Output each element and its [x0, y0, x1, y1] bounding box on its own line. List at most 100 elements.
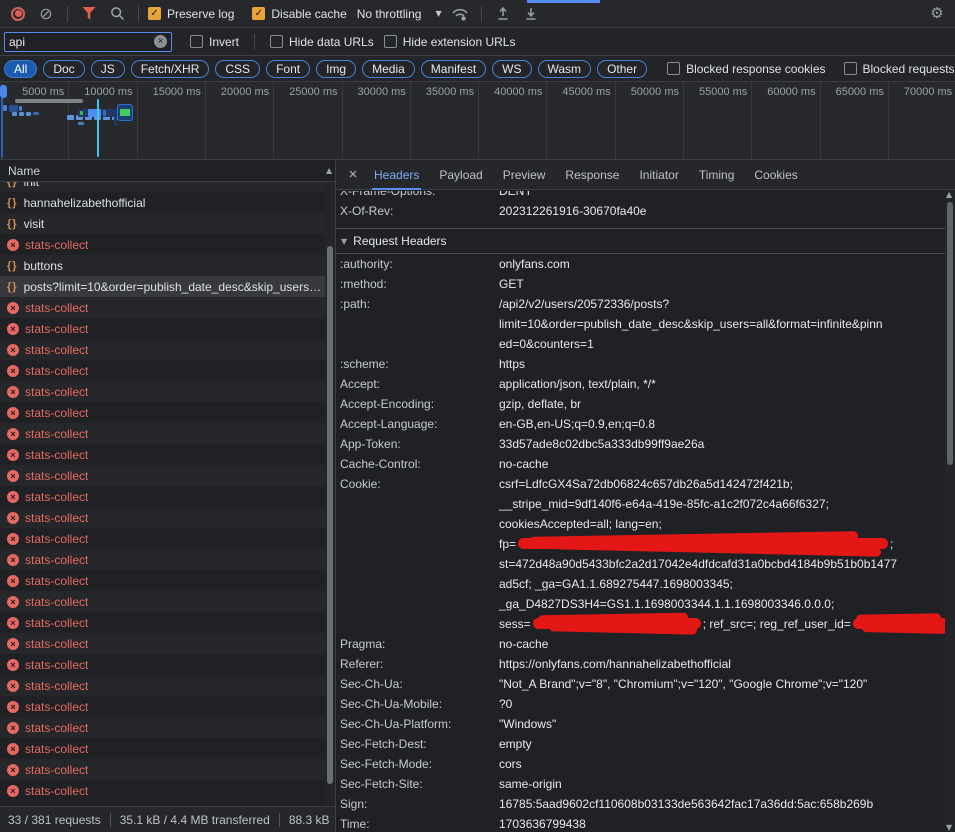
tab-cookies[interactable]: Cookies — [744, 160, 807, 190]
type-filter-media[interactable]: Media — [362, 60, 415, 78]
request-name: stats-collect — [25, 532, 88, 546]
disable-cache-checkbox[interactable]: ✓ Disable cache — [252, 7, 346, 21]
waterfall-bar — [103, 110, 106, 116]
export-har-button[interactable] — [519, 2, 543, 26]
preserve-log-checkbox[interactable]: ✓ Preserve log — [148, 7, 234, 21]
request-row[interactable]: ×stats-collect — [0, 360, 325, 381]
type-filter-img[interactable]: Img — [316, 60, 356, 78]
clear-button[interactable]: ⊘ — [34, 2, 58, 26]
request-row[interactable]: {}posts?limit=10&order=publish_date_desc… — [0, 276, 325, 297]
header-name: X-Of-Rev: — [336, 201, 499, 221]
tab-response[interactable]: Response — [555, 160, 629, 190]
header-value: csrf=LdfcGX4Sa72db06824c657db26a5d142472… — [499, 474, 945, 634]
request-row[interactable]: {}init — [0, 182, 325, 192]
header-name: Pragma: — [336, 634, 499, 654]
scroll-up-icon[interactable]: ▲ — [326, 166, 332, 175]
request-row[interactable]: ×stats-collect — [0, 339, 325, 360]
error-icon: × — [7, 638, 19, 650]
request-row[interactable]: ×stats-collect — [0, 780, 325, 801]
request-row[interactable]: ×stats-collect — [0, 528, 325, 549]
request-row[interactable]: ×stats-collect — [0, 402, 325, 423]
request-row[interactable]: ×stats-collect — [0, 234, 325, 255]
request-row[interactable]: {}buttons — [0, 255, 325, 276]
tab-headers[interactable]: Headers — [364, 160, 429, 190]
error-icon: × — [7, 659, 19, 671]
scrollbar-thumb[interactable] — [327, 246, 333, 784]
tab-timing[interactable]: Timing — [689, 160, 745, 190]
type-filter-css[interactable]: CSS — [215, 60, 260, 78]
request-row[interactable]: {}hannahelizabethofficial — [0, 192, 325, 213]
clear-filter-icon[interactable]: × — [154, 35, 167, 48]
checkbox-blocked-response-cookies[interactable]: Blocked response cookies — [667, 62, 825, 76]
request-row[interactable]: ×stats-collect — [0, 654, 325, 675]
request-headers-section[interactable]: ▼Request Headers — [336, 229, 945, 254]
preserve-log-label: Preserve log — [167, 7, 234, 21]
header-row: X-Frame-Options:DENY — [336, 191, 945, 201]
header-value: 16785:5aad9602cf110608b03133de563642fac1… — [499, 794, 945, 814]
request-row[interactable]: ×stats-collect — [0, 318, 325, 339]
toolbar-divider — [138, 6, 139, 22]
filter-input[interactable] — [9, 35, 150, 49]
request-name: stats-collect — [25, 679, 88, 693]
hide-extension-urls-checkbox[interactable]: Hide extension URLs — [384, 35, 516, 49]
request-name: stats-collect — [25, 742, 88, 756]
hide-data-urls-checkbox[interactable]: Hide data URLs — [270, 35, 374, 49]
request-row[interactable]: ×stats-collect — [0, 675, 325, 696]
type-filter-js[interactable]: JS — [91, 60, 125, 78]
invert-checkbox[interactable]: Invert — [190, 35, 239, 49]
request-row[interactable]: ×stats-collect — [0, 633, 325, 654]
search-icon — [110, 6, 125, 21]
header-row: Sign:16785:5aad9602cf110608b03133de56364… — [336, 794, 945, 814]
request-row[interactable]: ×stats-collect — [0, 549, 325, 570]
network-overview-timeline[interactable]: 5000 ms10000 ms15000 ms20000 ms25000 ms3… — [0, 82, 955, 160]
scroll-up-icon[interactable]: ▲ — [946, 190, 952, 199]
name-column-header[interactable]: Name — [0, 160, 335, 182]
import-har-button[interactable] — [491, 2, 515, 26]
tab-initiator[interactable]: Initiator — [629, 160, 688, 190]
type-filter-ws[interactable]: WS — [492, 60, 531, 78]
request-name: stats-collect — [25, 427, 88, 441]
request-row[interactable]: ×stats-collect — [0, 717, 325, 738]
tab-payload[interactable]: Payload — [429, 160, 492, 190]
filter-toggle-button[interactable] — [77, 2, 101, 26]
network-conditions-button[interactable] — [448, 2, 472, 26]
request-row[interactable]: ×stats-collect — [0, 738, 325, 759]
type-filter-doc[interactable]: Doc — [43, 60, 84, 78]
request-row[interactable]: ×stats-collect — [0, 486, 325, 507]
request-row[interactable]: ×stats-collect — [0, 465, 325, 486]
type-filter-all[interactable]: All — [4, 60, 37, 78]
requests-scrollbar[interactable]: ▲ — [325, 182, 335, 806]
settings-button[interactable]: ⚙ — [925, 2, 949, 26]
detail-scrollbar[interactable]: ▲ ▼ — [945, 190, 955, 832]
type-filter-fetch-xhr[interactable]: Fetch/XHR — [131, 60, 210, 78]
waterfall-bar — [88, 109, 101, 117]
request-row[interactable]: ×stats-collect — [0, 591, 325, 612]
request-row[interactable]: ×stats-collect — [0, 696, 325, 717]
request-row[interactable]: ×stats-collect — [0, 612, 325, 633]
search-button[interactable] — [105, 2, 129, 26]
throttling-dropdown[interactable]: No throttling ▼ — [357, 7, 442, 21]
request-row[interactable]: ×stats-collect — [0, 759, 325, 780]
type-filter-manifest[interactable]: Manifest — [421, 60, 486, 78]
header-name: Accept-Language: — [336, 414, 499, 434]
close-detail-button[interactable]: × — [342, 164, 364, 186]
header-name: Sec-Fetch-Dest: — [336, 734, 499, 754]
tab-preview[interactable]: Preview — [493, 160, 556, 190]
request-row[interactable]: ×stats-collect — [0, 570, 325, 591]
header-value: https://onlyfans.com/hannahelizabethoffi… — [499, 654, 945, 674]
request-row[interactable]: ×stats-collect — [0, 423, 325, 444]
record-button[interactable] — [6, 2, 30, 26]
request-row[interactable]: {}visit — [0, 213, 325, 234]
scrollbar-thumb[interactable] — [947, 202, 953, 465]
request-row[interactable]: ×stats-collect — [0, 444, 325, 465]
request-row[interactable]: ×stats-collect — [0, 507, 325, 528]
type-filter-wasm[interactable]: Wasm — [538, 60, 592, 78]
scroll-down-icon[interactable]: ▼ — [946, 823, 952, 832]
checkbox-blocked-requests[interactable]: Blocked requests — [844, 62, 955, 76]
gear-icon: ⚙ — [930, 6, 943, 21]
type-filter-font[interactable]: Font — [266, 60, 310, 78]
request-row[interactable]: ×stats-collect — [0, 297, 325, 318]
type-filter-other[interactable]: Other — [597, 60, 647, 78]
request-row[interactable]: ×stats-collect — [0, 381, 325, 402]
timeline-tick-label: 50000 ms — [631, 86, 679, 98]
